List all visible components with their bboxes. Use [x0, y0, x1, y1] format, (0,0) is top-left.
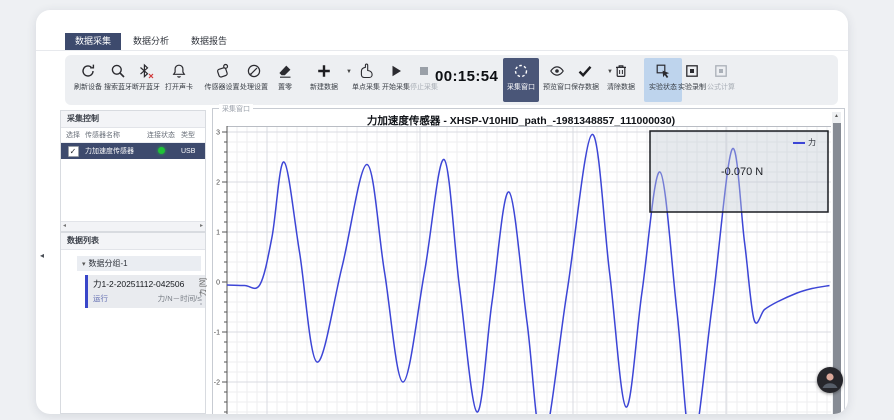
data-list-title: 数据列表 [61, 233, 205, 250]
tab-data-collect[interactable]: 数据采集 [65, 33, 121, 50]
scroll-left-icon[interactable]: ◂ [63, 222, 66, 230]
assistant-avatar-button[interactable] [817, 367, 843, 393]
col-select: 选择 [61, 130, 85, 140]
group-expand-icon[interactable]: ▾ [82, 261, 86, 268]
trash-icon [599, 63, 643, 81]
chart-legend: 力 [793, 137, 816, 148]
tool-label: 清除数据 [599, 82, 643, 92]
data-item[interactable]: 力1-2-20251112-042506 ⋮ 运行 力/N－时间/s [85, 275, 205, 308]
main-tabs: 数据采集 数据分析 数据报告 [65, 33, 237, 50]
tool-label: 采集窗口 [503, 82, 539, 92]
data-group-row[interactable]: ▾数据分组-1 [77, 256, 201, 271]
plot-area[interactable]: 力 -0.070 N 3210-1-2-3 [213, 126, 831, 414]
tool-label: 停止采集 [402, 82, 446, 92]
svg-text:-2: -2 [214, 380, 220, 387]
data-list-panel: 数据列表 ▾数据分组-1 力1-2-20251112-042506 ⋮ 运行 力… [60, 232, 206, 414]
tabs-divider [36, 50, 848, 51]
svg-text:1: 1 [216, 230, 220, 237]
svg-text:2: 2 [216, 180, 220, 187]
formula-box-icon [699, 63, 743, 81]
open-soundcard[interactable]: 打开声卡 [157, 58, 201, 102]
sensor-type: USB [181, 148, 205, 155]
scroll-right-icon[interactable]: ▸ [200, 222, 203, 230]
stop-icon [402, 63, 446, 81]
person-icon [817, 367, 843, 393]
col-sensor-name: 传感器名称 [85, 130, 141, 140]
stop-collect[interactable]: 停止采集 [402, 58, 446, 102]
svg-text:0: 0 [216, 280, 220, 287]
dashed-circle-icon [503, 63, 539, 81]
clear-data[interactable]: 清除数据 [599, 58, 643, 102]
legend-label: 力 [808, 137, 816, 148]
sensor-name: 力加速度传感器 [85, 146, 141, 156]
sensor-table-hscrollbar[interactable]: ◂ ▸ [61, 221, 205, 231]
sensor-checkbox[interactable]: ✓ [68, 146, 79, 157]
collect-window[interactable]: 采集窗口 [503, 58, 539, 102]
data-item-status: 运行 [93, 293, 108, 304]
group-label: 数据分组-1 [89, 259, 128, 268]
eraser-icon [263, 63, 307, 81]
formula-calc[interactable]: 公式计算 [699, 58, 743, 102]
tool-label: 置零 [263, 82, 307, 92]
scroll-up-icon[interactable]: ▲ [832, 112, 841, 121]
tool-label: 打开声卡 [157, 82, 201, 92]
sensor-row[interactable]: ✓ 力加速度传感器 USB [61, 143, 205, 159]
status-dot [158, 147, 165, 154]
col-type: 类型 [181, 130, 205, 140]
set-zero[interactable]: 置零 [263, 58, 307, 102]
collect-control-title: 采集控制 [61, 111, 205, 128]
collect-control-panel: 采集控制 选择 传感器名称 连接状态 类型 ✓ 力加速度传感器 USB ◂ ▸ [60, 110, 206, 232]
bell-icon [157, 63, 201, 81]
chart-panel: 采集窗口 力加速度传感器 - XHSP-V10HID_path_-1981348… [212, 108, 845, 414]
legend-line-swatch [793, 142, 805, 144]
y-axis-label: 力 [N] [198, 278, 208, 296]
svg-text:-1: -1 [214, 330, 220, 337]
data-item-title: 力1-2-20251112-042506 [93, 278, 201, 290]
tool-label: 新建数据 [302, 82, 346, 92]
tab-data-report[interactable]: 数据报告 [181, 33, 237, 50]
tab-data-analysis[interactable]: 数据分析 [123, 33, 179, 50]
svg-text:3: 3 [216, 130, 220, 137]
app-window: 数据采集 数据分析 数据报告 00:15:54 刷新设备搜索蓝牙断开蓝牙打开声卡… [36, 10, 848, 414]
plus-icon [302, 63, 346, 81]
sidebar-collapse-icon[interactable]: ◂ [40, 251, 44, 260]
new-data[interactable]: ▼新建数据 [302, 58, 346, 102]
tool-label: 公式计算 [699, 82, 743, 92]
col-conn-status: 连接状态 [141, 130, 181, 140]
data-item-axes: 力/N－时间/s [158, 293, 201, 304]
toolbar: 00:15:54 刷新设备搜索蓝牙断开蓝牙打开声卡传感器设置处理设置置零▼新建数… [65, 55, 838, 105]
selection-annotation: -0.070 N [721, 166, 763, 178]
sensor-table-header: 选择 传感器名称 连接状态 类型 [61, 128, 205, 143]
